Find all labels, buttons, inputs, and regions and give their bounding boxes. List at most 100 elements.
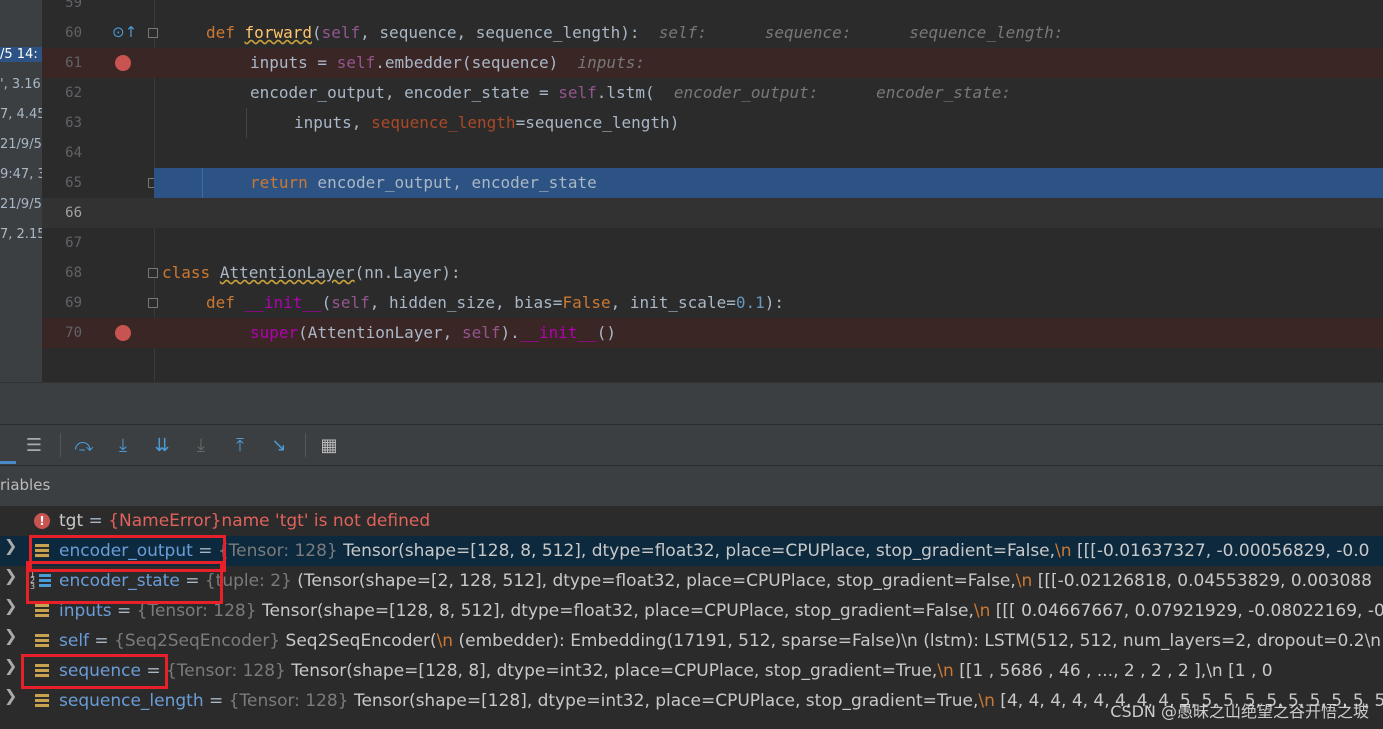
history-entry[interactable]: 7, 4.45 [0, 107, 42, 122]
inline-value-hint: self: [658, 23, 707, 42]
variable-value: name 'tgt' is not defined [221, 511, 431, 531]
variable-text: self = {Seq2SeqEncoder} Seq2SeqEncoder(\… [59, 626, 1381, 656]
expand-arrow-icon[interactable]: ❯ [4, 626, 17, 645]
indent-guide [246, 108, 247, 138]
variable-type: {Tensor: 128} [217, 541, 338, 561]
equals-sign: = [89, 631, 115, 651]
keyword: def [206, 293, 235, 312]
code-line[interactable]: 69 def __init__(self, hidden_size, bias=… [42, 288, 1383, 318]
code-line[interactable]: 59 [42, 0, 1383, 18]
indent-guide [202, 168, 203, 198]
newline-marker: \n [978, 691, 995, 711]
variable-text: sequence = {Tensor: 128} Tensor(shape=[1… [59, 656, 1273, 686]
variable-row[interactable]: ! tgt = {NameError}name 'tgt' is not def… [0, 506, 1383, 536]
step-into-icon[interactable]: ⤓ [111, 433, 135, 457]
variable-value: Tensor(shape=[128, 8, 512], dtype=float3… [256, 601, 974, 621]
toolbar-separator [60, 433, 61, 457]
code-line[interactable]: 64 [42, 138, 1383, 168]
code-editor[interactable]: 59 60 ⊙↑ def forward(self, sequence, seq… [42, 0, 1383, 382]
self-token: self [558, 83, 597, 102]
variables-panel-header: riables [0, 465, 1383, 507]
variable-row[interactable]: ❯ sequence = {Tensor: 128} Tensor(shape=… [0, 656, 1383, 686]
fold-icon[interactable] [148, 298, 158, 308]
variable-value-tail: [[1 , 5686 , 46 , ..., 2 , 2 , 2 ],\n [1… [953, 661, 1273, 681]
inline-value-hint: encoder_output: [673, 83, 819, 102]
fold-icon[interactable] [148, 28, 158, 38]
variable-name: inputs [59, 601, 112, 621]
code-token: .lstm( [596, 83, 655, 102]
variable-text: encoder_state = {tuple: 2} (Tensor(shape… [59, 566, 1372, 596]
toolbar-separator [305, 433, 306, 457]
debug-tool-window-header [0, 382, 1383, 425]
keyword: False [562, 293, 611, 312]
expand-arrow-icon[interactable]: ❯ [4, 596, 17, 615]
fold-icon[interactable] [148, 268, 158, 278]
variable-value: Seq2SeqEncoder( [280, 631, 437, 651]
keyword: return [250, 173, 308, 192]
line-number: 63 [65, 115, 82, 131]
step-over-icon[interactable]: ⤼ [72, 433, 96, 457]
step-out-icon[interactable]: ⤒ [228, 433, 252, 457]
keyword: class [162, 263, 211, 282]
step-into-my-code-icon[interactable]: ⇊ [150, 433, 174, 457]
force-step-into-icon[interactable]: ⤓ [189, 433, 213, 457]
code-line[interactable]: 70 super(AttentionLayer, self).__init__(… [42, 318, 1383, 348]
code-line[interactable]: 68 class AttentionLayer(nn.Layer): [42, 258, 1383, 288]
history-entry[interactable]: 7, 2.15 [0, 227, 42, 242]
field-icon [35, 694, 49, 708]
override-method-icon[interactable]: ⊙↑ [112, 23, 137, 41]
line-number: 60 [65, 25, 82, 41]
function-name: forward [244, 23, 312, 42]
line-number: 62 [65, 85, 82, 101]
code-text: inputs = self.embedder(sequence) inputs: [250, 48, 645, 78]
breakpoint-icon[interactable] [115, 55, 131, 71]
variable-text: inputs = {Tensor: 128} Tensor(shape=[128… [59, 596, 1383, 626]
line-number: 67 [65, 235, 82, 251]
breakpoint-icon[interactable] [115, 325, 131, 341]
code-token: inputs, [294, 113, 372, 132]
code-line[interactable]: 63 inputs, sequence_length=sequence_leng… [42, 108, 1383, 138]
equals-sign: = [83, 511, 109, 531]
code-token: , hidden_size, bias= [369, 293, 563, 312]
variable-type: {Tensor: 128} [228, 691, 349, 711]
line-number: 65 [65, 175, 82, 191]
run-to-cursor-icon[interactable]: ↘ [267, 433, 291, 457]
expand-arrow-icon[interactable]: ❯ [4, 566, 17, 585]
variable-value: Tensor(shape=[128], dtype=int32, place=C… [348, 691, 979, 711]
variable-value-tail: (embedder): Embedding(17191, 512, sparse… [453, 631, 1382, 651]
code-line[interactable]: 62 encoder_output, encoder_state = self.… [42, 78, 1383, 108]
newline-marker: \n [937, 661, 954, 681]
code-token: (nn.Layer): [354, 263, 461, 282]
code-line[interactable]: 66 [42, 198, 1383, 228]
variable-row[interactable]: ❯ self = {Seq2SeqEncoder} Seq2SeqEncoder… [0, 626, 1383, 656]
param-token: sequence_length [371, 113, 516, 132]
self-token: self [331, 293, 370, 312]
code-line[interactable]: 65 return encoder_output, encoder_state [42, 168, 1383, 198]
expand-arrow-icon[interactable]: ❯ [4, 686, 17, 705]
history-entry[interactable]: ', 3.16 [0, 77, 42, 92]
self-token: self [461, 323, 501, 342]
variable-type: {NameError} [108, 511, 222, 531]
line-number: 69 [65, 295, 82, 311]
variable-value: (Tensor(shape=[2, 128, 512], dtype=float… [291, 571, 1016, 591]
line-number: 64 [65, 145, 82, 161]
code-token: ( [311, 23, 322, 42]
code-line[interactable]: 61 inputs = self.embedder(sequence) inpu… [42, 48, 1383, 78]
code-text: encoder_output, encoder_state = self.lst… [250, 78, 1011, 108]
code-line[interactable]: 60 ⊙↑ def forward(self, sequence, sequen… [42, 18, 1383, 48]
variable-text: encoder_output = {Tensor: 128} Tensor(sh… [59, 536, 1369, 566]
history-entry[interactable]: 9:47, 3 [0, 167, 42, 182]
magic-method-token: __init__ [519, 323, 597, 342]
history-entry[interactable]: 21/9/5 [0, 197, 42, 212]
expand-arrow-icon[interactable]: ❯ [4, 536, 17, 555]
code-token: , sequence, sequence_length): [360, 23, 640, 42]
history-entry[interactable]: /5 14: [0, 47, 42, 62]
code-token: ): [764, 293, 785, 312]
expand-arrow-icon[interactable]: ❯ [4, 656, 17, 675]
history-entry[interactable]: 21/9/5 [0, 137, 42, 152]
field-icon [35, 634, 49, 648]
code-line[interactable]: 67 [42, 228, 1383, 258]
inline-value-hint: sequence: [764, 23, 852, 42]
menu-icon[interactable]: ☰ [22, 433, 46, 457]
evaluate-expression-icon[interactable]: ▦ [317, 433, 341, 457]
